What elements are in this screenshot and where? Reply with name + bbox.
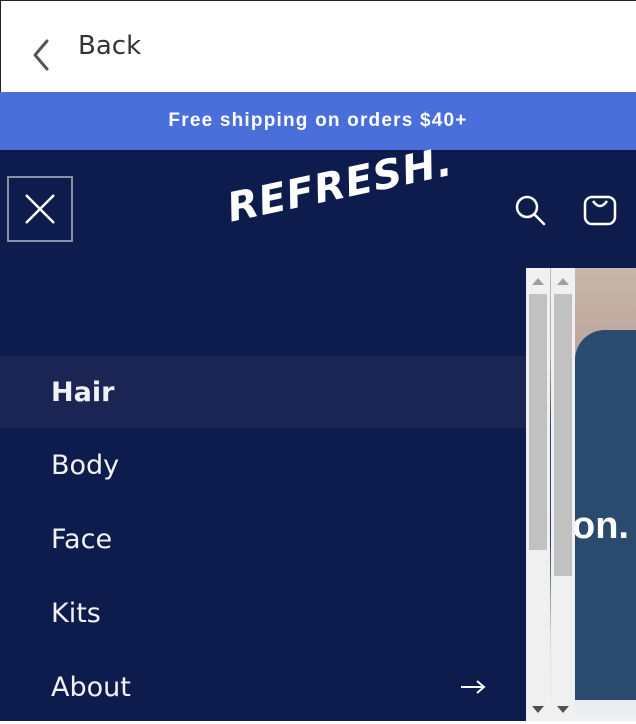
scroll-down-arrow-icon[interactable] — [557, 706, 569, 713]
cart-icon[interactable] — [582, 191, 618, 227]
scroll-down-arrow-icon[interactable] — [532, 706, 544, 713]
scroll-thumb[interactable] — [529, 294, 547, 550]
menu-item-label: Body — [51, 449, 120, 481]
announcement-text: Free shipping on orders $40+ — [168, 110, 468, 131]
menu-item-kits[interactable]: Kits — [0, 576, 526, 650]
menu-item-label: About — [51, 671, 131, 703]
close-menu-button[interactable] — [7, 176, 73, 242]
menu-drawer: Hair Body Face Kits About — [0, 356, 526, 724]
scroll-up-arrow-icon[interactable] — [557, 278, 569, 285]
menu-item-label: Kits — [51, 597, 101, 629]
menu-item-label: Hair — [51, 376, 115, 408]
search-icon[interactable] — [513, 193, 547, 227]
menu-item-hair[interactable]: Hair — [0, 356, 526, 428]
menu-item-face[interactable]: Face — [0, 502, 526, 576]
arrow-right-icon — [461, 680, 486, 694]
menu-item-about[interactable]: About — [0, 650, 526, 724]
close-icon — [25, 194, 55, 224]
scrollbar[interactable] — [526, 268, 550, 721]
menu-item-body[interactable]: Body — [0, 428, 526, 502]
chevron-left-icon[interactable] — [29, 37, 53, 73]
scroll-up-arrow-icon[interactable] — [532, 278, 544, 285]
menu-item-label: Face — [51, 523, 113, 555]
announcement-bar: Free shipping on orders $40+ — [0, 92, 636, 150]
scroll-thumb[interactable] — [554, 294, 572, 576]
browser-topbar: Back — [0, 0, 636, 92]
hero-image-text: on. — [572, 505, 629, 547]
back-button[interactable]: Back — [78, 31, 141, 61]
scrollbar[interactable] — [551, 268, 575, 721]
